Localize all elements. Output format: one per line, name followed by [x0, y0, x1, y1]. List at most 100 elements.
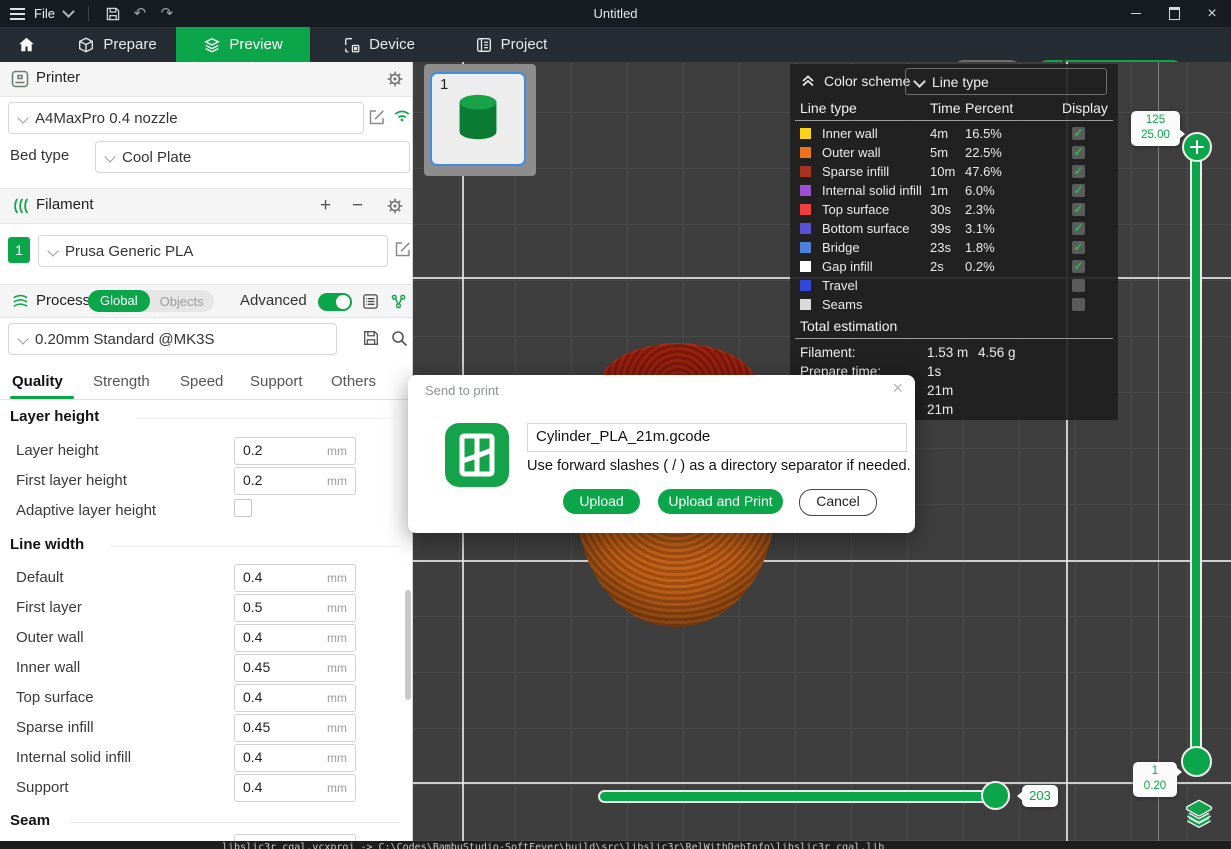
- cancel-button[interactable]: Cancel: [799, 489, 877, 516]
- line-width-top-surface-input[interactable]: 0.4mm: [234, 684, 356, 712]
- printer-preset-value: A4MaxPro 0.4 nozzle: [35, 110, 178, 127]
- filename-input[interactable]: Cylinder_PLA_21m.gcode: [527, 423, 907, 452]
- line-width-default-input[interactable]: 0.4mm: [234, 564, 356, 592]
- search-icon[interactable]: [390, 329, 408, 347]
- printer-preset-select[interactable]: A4MaxPro 0.4 nozzle: [8, 102, 364, 134]
- color-swatch: [800, 280, 811, 291]
- line-width-sparse-infill-input[interactable]: 0.45mm: [234, 714, 356, 742]
- edit-filament-icon[interactable]: [394, 240, 412, 258]
- grid-axis-line: [412, 560, 1231, 562]
- tab-others[interactable]: Others: [331, 373, 376, 390]
- filament-preset-select[interactable]: Prusa Generic PLA: [38, 235, 388, 267]
- total-row: Filament:1.53 m4.56 g: [790, 343, 1118, 362]
- divider: [88, 6, 89, 21]
- tab-device[interactable]: Device: [318, 27, 440, 62]
- console-output-line: libslic3r_cgal.vcxproj -> C:\Codes\Bambu…: [222, 842, 884, 849]
- dialog-close-icon[interactable]: ×: [892, 379, 903, 397]
- sidebar-scrollbar-thumb[interactable]: [405, 590, 411, 700]
- move-slider-track[interactable]: [598, 790, 1010, 803]
- maximize-button[interactable]: [1155, 0, 1193, 27]
- process-scope-toggle[interactable]: Global Objects: [88, 290, 214, 312]
- line-width-internal-solid-input[interactable]: 0.4mm: [234, 744, 356, 772]
- layer-slider-bottom-handle[interactable]: [1181, 746, 1212, 777]
- save-button[interactable]: [104, 5, 122, 23]
- layer-slider-top-handle[interactable]: [1182, 132, 1212, 162]
- edit-printer-icon[interactable]: [368, 108, 386, 126]
- display-checkbox[interactable]: ✓: [1072, 222, 1085, 235]
- process-flow-icon[interactable]: [390, 293, 407, 310]
- chevron-down-icon: [913, 75, 926, 88]
- tab-quality[interactable]: Quality: [12, 373, 63, 390]
- view-mode-select[interactable]: Line type: [905, 68, 1107, 95]
- param-label: Internal solid infill: [16, 749, 131, 766]
- scope-objects-segment[interactable]: Objects: [150, 294, 214, 309]
- upload-and-print-button[interactable]: Upload and Print: [658, 489, 783, 514]
- add-filament-button[interactable]: +: [320, 196, 331, 215]
- titlebar: File ↶ ↷ Untitled ×: [0, 0, 1231, 27]
- line-width-first-layer-input[interactable]: 0.5mm: [234, 594, 356, 622]
- adaptive-layer-height-checkbox[interactable]: [234, 499, 252, 517]
- tab-speed[interactable]: Speed: [180, 373, 223, 390]
- layers-mode-button[interactable]: [1184, 798, 1214, 828]
- advanced-toggle[interactable]: [318, 293, 352, 311]
- redo-button[interactable]: ↷: [158, 5, 176, 23]
- main-nav: Prepare Preview Device Project Slice Sen…: [0, 27, 1231, 62]
- display-checkbox[interactable]: ✓: [1072, 260, 1085, 273]
- tab-support[interactable]: Support: [250, 373, 303, 390]
- close-button[interactable]: ×: [1193, 0, 1231, 27]
- display-checkbox[interactable]: ✓: [1072, 146, 1085, 159]
- display-checkbox[interactable]: ✓: [1072, 241, 1085, 254]
- save-icon: [105, 6, 121, 22]
- tab-preview-active[interactable]: Preview: [176, 27, 310, 62]
- filament-slot-badge[interactable]: 1: [8, 237, 30, 263]
- tab-prepare[interactable]: Prepare: [58, 27, 176, 62]
- param-label: Top surface: [16, 689, 94, 706]
- display-checkbox[interactable]: ✓: [1072, 165, 1085, 178]
- line-width-support-input[interactable]: 0.4mm: [234, 774, 356, 802]
- process-layers-icon: [11, 292, 30, 311]
- filename-value: Cylinder_PLA_21m.gcode: [536, 428, 710, 445]
- bottom-layer-number: 1: [1133, 764, 1177, 779]
- grid-line: [1158, 62, 1159, 841]
- gear-icon[interactable]: [386, 70, 404, 88]
- layer-slider-track[interactable]: [1190, 147, 1202, 766]
- first-layer-height-input[interactable]: 0.2mm: [234, 467, 356, 495]
- move-slider-handle[interactable]: [981, 781, 1010, 810]
- scope-global-segment[interactable]: Global: [88, 290, 150, 312]
- seam-group-title: Seam: [10, 812, 58, 829]
- param-label: Support: [16, 779, 69, 796]
- tab-preview-label: Preview: [229, 36, 282, 53]
- chevron-down-icon: [47, 245, 58, 256]
- undo-button[interactable]: ↶: [131, 5, 149, 23]
- param-label: Inner wall: [16, 659, 80, 676]
- parameter-list-icon[interactable]: [362, 293, 379, 310]
- bed-type-select[interactable]: Cool Plate: [95, 141, 410, 173]
- upload-button[interactable]: Upload: [563, 489, 640, 514]
- wifi-icon[interactable]: [393, 108, 411, 123]
- display-checkbox[interactable]: ✓: [1072, 127, 1085, 140]
- save-preset-icon[interactable]: [362, 329, 380, 347]
- minimize-button[interactable]: [1117, 0, 1155, 27]
- display-checkbox[interactable]: ✓: [1072, 203, 1085, 216]
- display-checkbox[interactable]: ✓: [1072, 184, 1085, 197]
- tab-strength[interactable]: Strength: [93, 373, 150, 390]
- line-width-inner-wall-input[interactable]: 0.45mm: [234, 654, 356, 682]
- file-menu-button[interactable]: File: [10, 6, 73, 21]
- filament-preset-value: Prusa Generic PLA: [65, 243, 193, 260]
- layer-height-input[interactable]: 0.2mm: [234, 437, 356, 465]
- close-icon: ×: [1207, 6, 1216, 22]
- layer-slider-top-tooltip: 125 25.00: [1131, 111, 1180, 146]
- plate-thumbnail-selected[interactable]: 1: [430, 72, 526, 166]
- gear-icon[interactable]: [386, 197, 404, 215]
- tab-project[interactable]: Project: [448, 27, 574, 62]
- remove-filament-button[interactable]: −: [352, 196, 363, 215]
- process-preset-select[interactable]: 0.20mm Standard @MK3S: [8, 323, 337, 355]
- chevron-down-icon: [62, 5, 75, 18]
- line-width-outer-wall-input[interactable]: 0.4mm: [234, 624, 356, 652]
- collapse-panel-icon[interactable]: [800, 72, 816, 88]
- display-checkbox[interactable]: [1072, 298, 1085, 311]
- display-checkbox[interactable]: [1072, 279, 1085, 292]
- tab-home[interactable]: [0, 27, 52, 62]
- legend-row: Internal solid infill1m6.0%✓: [790, 181, 1118, 200]
- printer-section-header: Printer: [0, 62, 412, 97]
